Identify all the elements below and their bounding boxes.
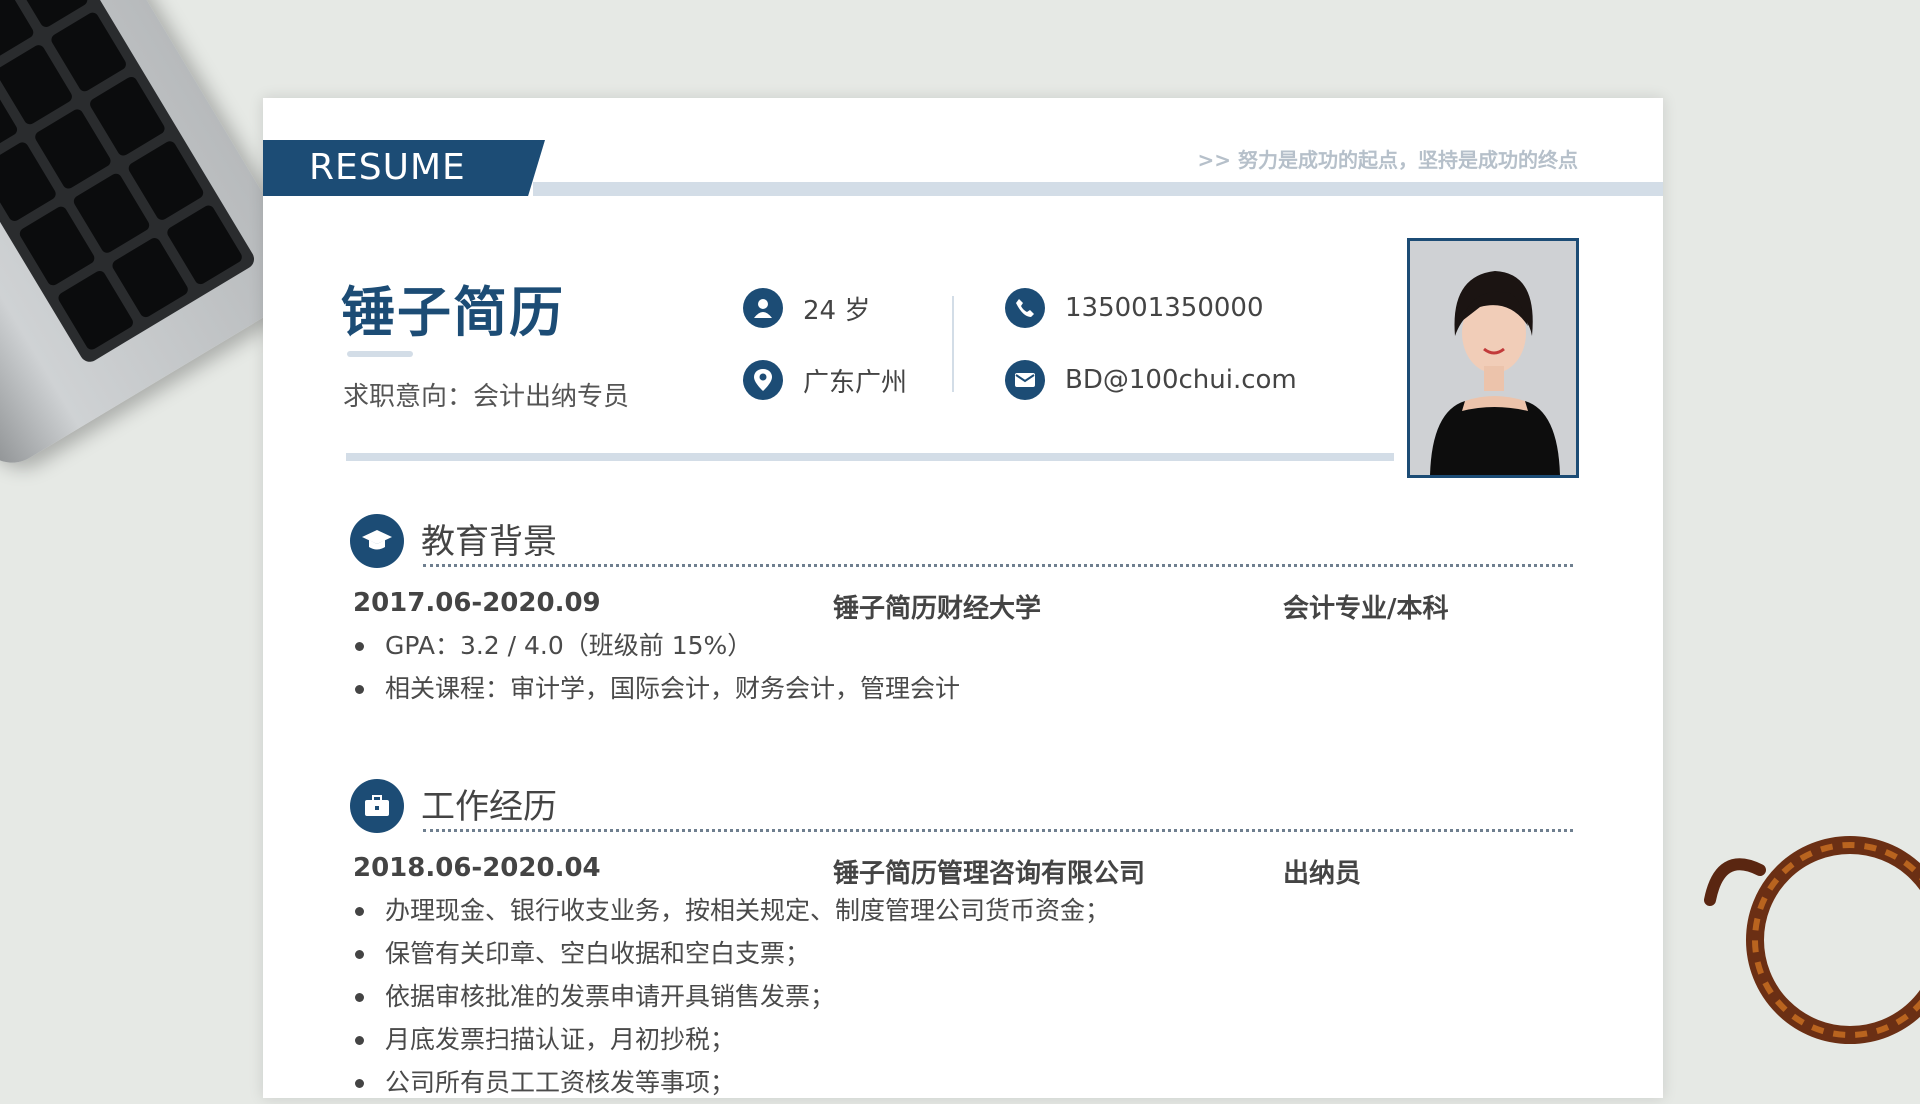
info-divider	[952, 296, 954, 392]
phone-item: 135001350000	[1005, 288, 1264, 328]
age-item: 24 岁	[743, 288, 870, 328]
education-title: 教育背景	[421, 522, 557, 562]
education-major: 会计专业/本科	[1283, 594, 1449, 624]
graduation-cap-icon	[350, 514, 404, 568]
user-icon	[743, 288, 783, 328]
work-list: 办理现金、银行收支业务，按相关规定、制度管理公司货币资金； 保管有关印章、空白收…	[353, 889, 1110, 1104]
work-company: 锤子简历管理咨询有限公司	[833, 859, 1146, 889]
email-text: BD@100chui.com	[1065, 365, 1297, 395]
list-item: 相关课程：审计学，国际会计，财务会计，管理会计	[353, 667, 960, 710]
resume-paper: RESUME >> 努力是成功的起点，坚持是成功的终点 锤子简历 求职意向：会计…	[263, 98, 1663, 1098]
email-item: BD@100chui.com	[1005, 360, 1297, 400]
list-item: 办理现金、银行收支业务，按相关规定、制度管理公司货币资金；	[353, 889, 1110, 932]
list-item: 保管有关印章、空白收据和空白支票；	[353, 932, 1110, 975]
phone-text: 135001350000	[1065, 293, 1264, 323]
briefcase-icon	[350, 779, 404, 833]
profile-photo	[1407, 238, 1579, 478]
age-text: 24 岁	[803, 295, 871, 326]
phone-icon	[1005, 288, 1045, 328]
list-item: 公司所有员工工资核发等事项；	[353, 1061, 1110, 1104]
work-title: 工作经历	[421, 787, 557, 827]
education-school: 锤子简历财经大学	[833, 594, 1042, 624]
education-period: 2017.06-2020.09	[353, 588, 601, 618]
mail-icon	[1005, 360, 1045, 400]
laptop-keyboard	[0, 0, 258, 366]
name-title: 锤子简历	[341, 281, 565, 344]
header-bar	[533, 182, 1663, 196]
work-period: 2018.06-2020.04	[353, 853, 601, 883]
glasses-decoration	[1704, 836, 1920, 1044]
work-divider	[423, 829, 1573, 832]
list-item: GPA：3.2 / 4.0（班级前 15%）	[353, 624, 960, 667]
resume-tag: RESUME	[263, 140, 545, 196]
location-item: 广东广州	[743, 360, 907, 400]
job-intent: 求职意向：会计出纳专员	[343, 382, 630, 412]
education-list: GPA：3.2 / 4.0（班级前 15%） 相关课程：审计学，国际会计，财务会…	[353, 624, 960, 710]
header-divider	[346, 453, 1394, 461]
education-divider	[423, 564, 1573, 567]
work-position: 出纳员	[1283, 859, 1362, 889]
motto: >> 努力是成功的起点，坚持是成功的终点	[1197, 148, 1578, 172]
list-item: 月底发票扫描认证，月初抄税；	[353, 1018, 1110, 1061]
list-item: 依据审核批准的发票申请开具销售发票；	[353, 975, 1110, 1018]
location-icon	[743, 360, 783, 400]
location-text: 广东广州	[803, 367, 908, 398]
name-underline	[347, 351, 413, 357]
